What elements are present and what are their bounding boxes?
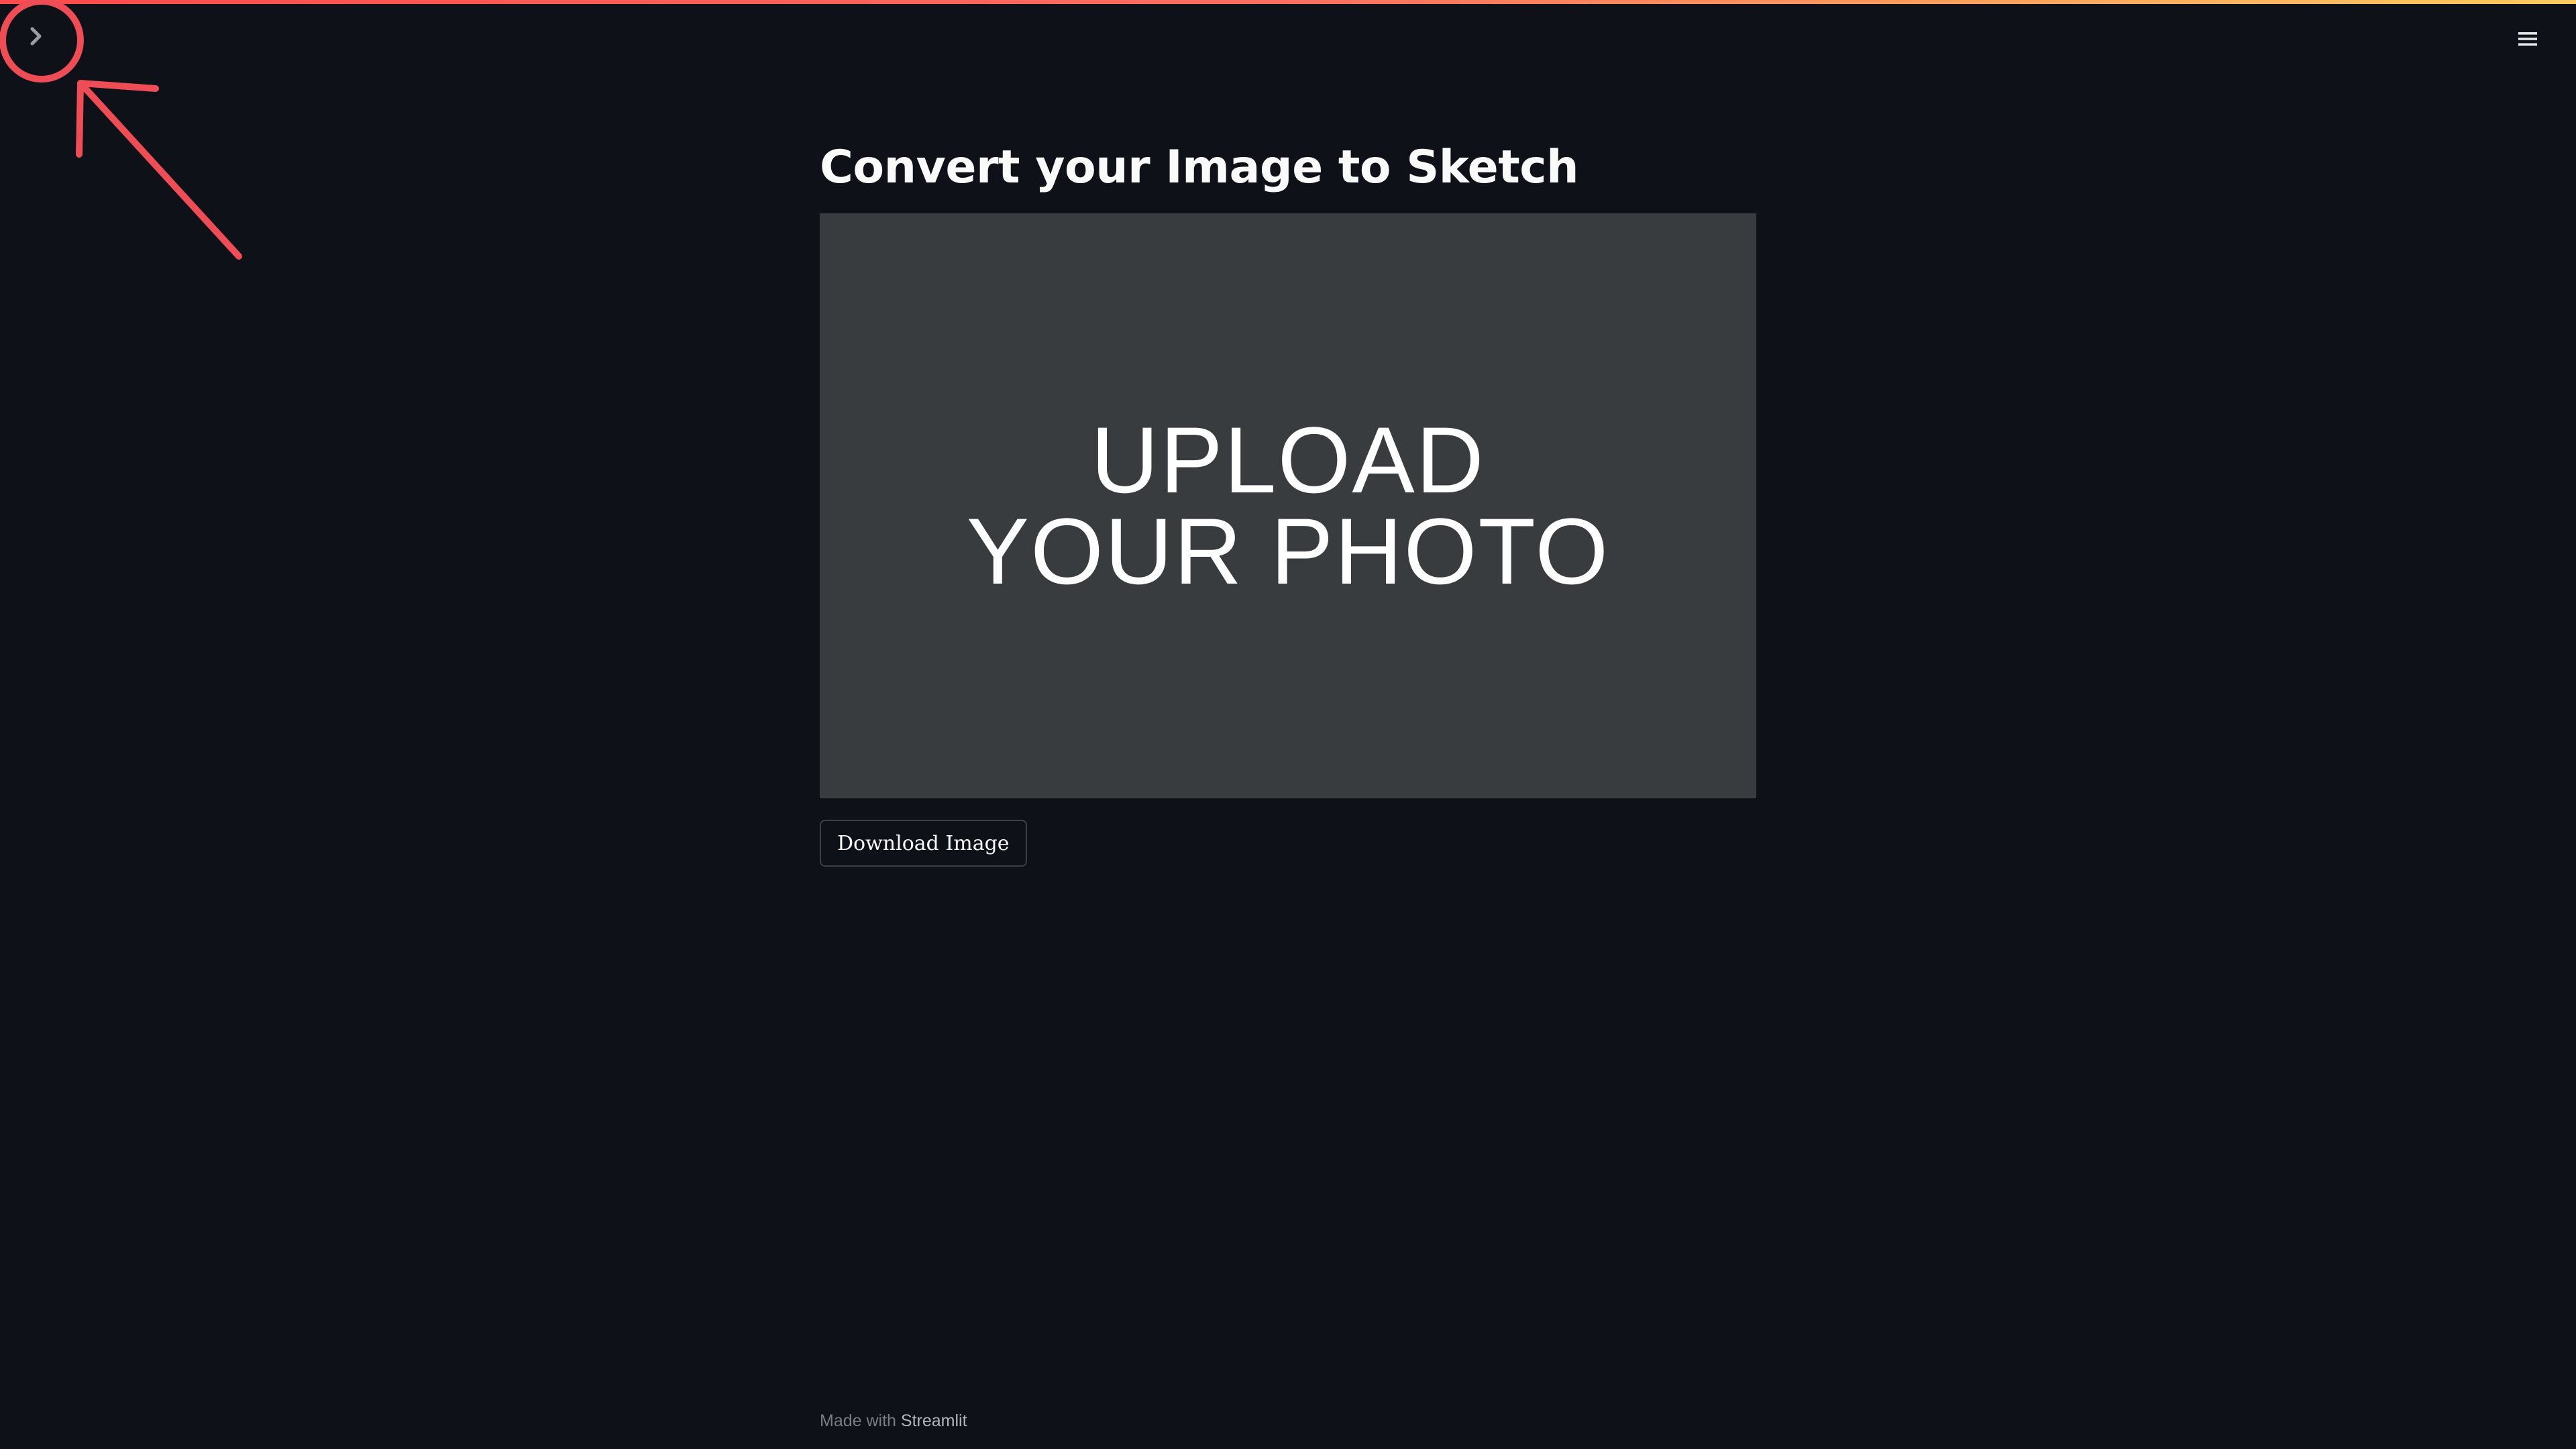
header-decoration-bar bbox=[0, 0, 2576, 4]
image-text-line-1: UPLOAD bbox=[1091, 407, 1485, 513]
main-content: Convert your Image to Sketch UPLOAD YOUR… bbox=[820, 127, 1756, 867]
page-title: Convert your Image to Sketch bbox=[820, 141, 1578, 194]
chevron-right-icon bbox=[30, 27, 42, 46]
footer-prefix: Made with bbox=[820, 1411, 901, 1430]
upload-photo-image: UPLOAD YOUR PHOTO bbox=[820, 213, 1756, 798]
annotation-arrow bbox=[76, 80, 242, 260]
download-image-button[interactable]: Download Image bbox=[820, 820, 1027, 867]
streamlit-link[interactable]: Streamlit bbox=[901, 1411, 967, 1430]
sidebar-toggle-button[interactable] bbox=[20, 20, 52, 52]
image-text-line-2: YOUR PHOTO bbox=[966, 498, 1610, 604]
footer: Made with Streamlit bbox=[820, 1411, 967, 1431]
app-page: Convert your Image to Sketch UPLOAD YOUR… bbox=[0, 0, 2576, 1449]
hamburger-menu-icon bbox=[2518, 32, 2537, 46]
main-menu-button[interactable] bbox=[2509, 21, 2546, 56]
